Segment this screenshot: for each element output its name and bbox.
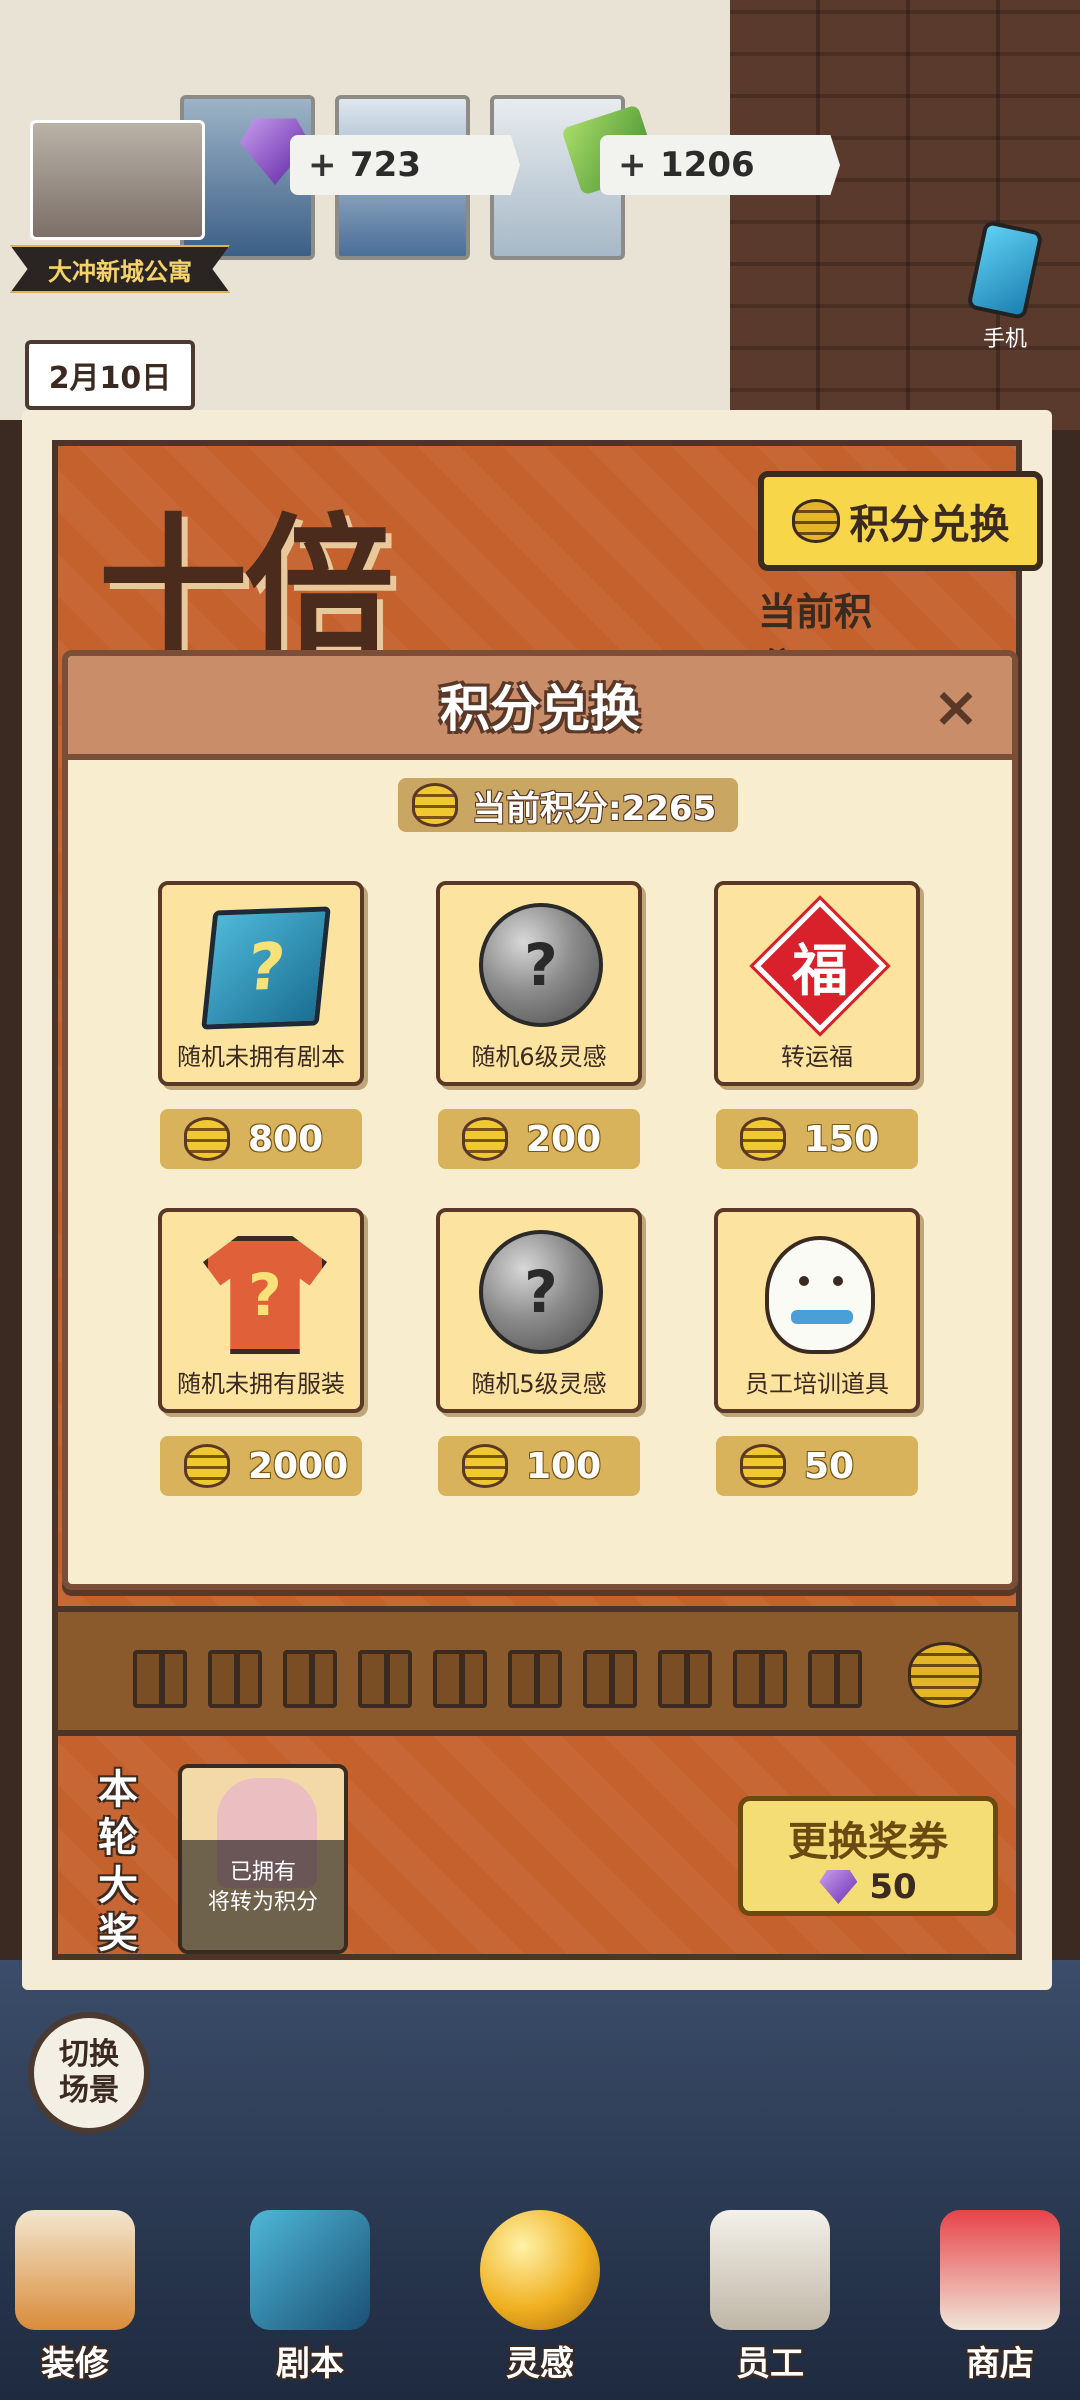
item-price: 200 <box>526 1118 602 1160</box>
item-name: 随机未拥有服装 <box>177 1370 345 1398</box>
exchange-item[interactable]: ? 随机未拥有剧本 800 <box>158 881 368 1169</box>
item-name: 随机6级灵感 <box>471 1043 607 1071</box>
item-price-button[interactable]: 100 <box>438 1436 640 1496</box>
item-name: 随机5级灵感 <box>471 1370 607 1398</box>
coin-stack-icon <box>740 1117 786 1161</box>
item-price-button[interactable]: 2000 <box>160 1436 362 1496</box>
coin-stack-icon <box>184 1117 230 1161</box>
fu-charm-icon: 福 <box>749 895 891 1037</box>
exchange-item[interactable]: ? 随机6级灵感 200 <box>436 881 646 1169</box>
shirt-icon: ? <box>203 1236 327 1354</box>
book-icon: ? <box>201 906 331 1030</box>
item-price-button[interactable]: 50 <box>716 1436 918 1496</box>
item-card[interactable]: ? 随机未拥有剧本 <box>158 881 364 1086</box>
coin-stack-icon <box>462 1117 508 1161</box>
item-name: 员工培训道具 <box>745 1370 889 1398</box>
exchange-item[interactable]: 福 转运福 150 <box>714 881 924 1169</box>
current-points-pill: 当前积分:2265 <box>398 778 739 832</box>
exchange-item[interactable]: ? 随机未拥有服装 2000 <box>158 1208 368 1496</box>
item-price: 150 <box>804 1118 880 1160</box>
coin-stack-icon <box>740 1444 786 1488</box>
chick-mascot-icon <box>765 1236 875 1354</box>
item-card[interactable]: ? 随机未拥有服装 <box>158 1208 364 1413</box>
item-card[interactable]: 员工培训道具 <box>714 1208 920 1413</box>
item-card[interactable]: ? 随机6级灵感 <box>436 881 642 1086</box>
item-name: 随机未拥有剧本 <box>177 1043 345 1071</box>
dialog-title: 积分兑换 <box>440 680 640 738</box>
item-price-button[interactable]: 150 <box>716 1109 918 1169</box>
exchange-item[interactable]: ? 随机5级灵感 100 <box>436 1208 646 1496</box>
item-price-button[interactable]: 200 <box>438 1109 640 1169</box>
coin-stack-icon <box>462 1444 508 1488</box>
item-name: 转运福 <box>781 1043 853 1071</box>
orb-icon: ? <box>479 903 603 1027</box>
orb-icon: ? <box>479 1230 603 1354</box>
exchange-item[interactable]: 员工培训道具 50 <box>714 1208 924 1496</box>
item-price: 2000 <box>248 1445 349 1487</box>
dialog-header: 积分兑换 × <box>68 656 1012 760</box>
item-card[interactable]: ? 随机5级灵感 <box>436 1208 642 1413</box>
item-price: 100 <box>526 1445 602 1487</box>
points-exchange-dialog: 积分兑换 × 当前积分:2265 ? 随机未拥有剧本 800 ? 随机6级灵感 <box>62 650 1018 1590</box>
item-price: 50 <box>804 1445 855 1487</box>
coin-stack-icon <box>412 783 458 827</box>
current-points-text: 当前积分:2265 <box>472 788 717 829</box>
close-icon[interactable]: × <box>926 678 986 738</box>
item-price: 800 <box>248 1118 324 1160</box>
item-price-button[interactable]: 800 <box>160 1109 362 1169</box>
coin-stack-icon <box>184 1444 230 1488</box>
item-card[interactable]: 福 转运福 <box>714 881 920 1086</box>
